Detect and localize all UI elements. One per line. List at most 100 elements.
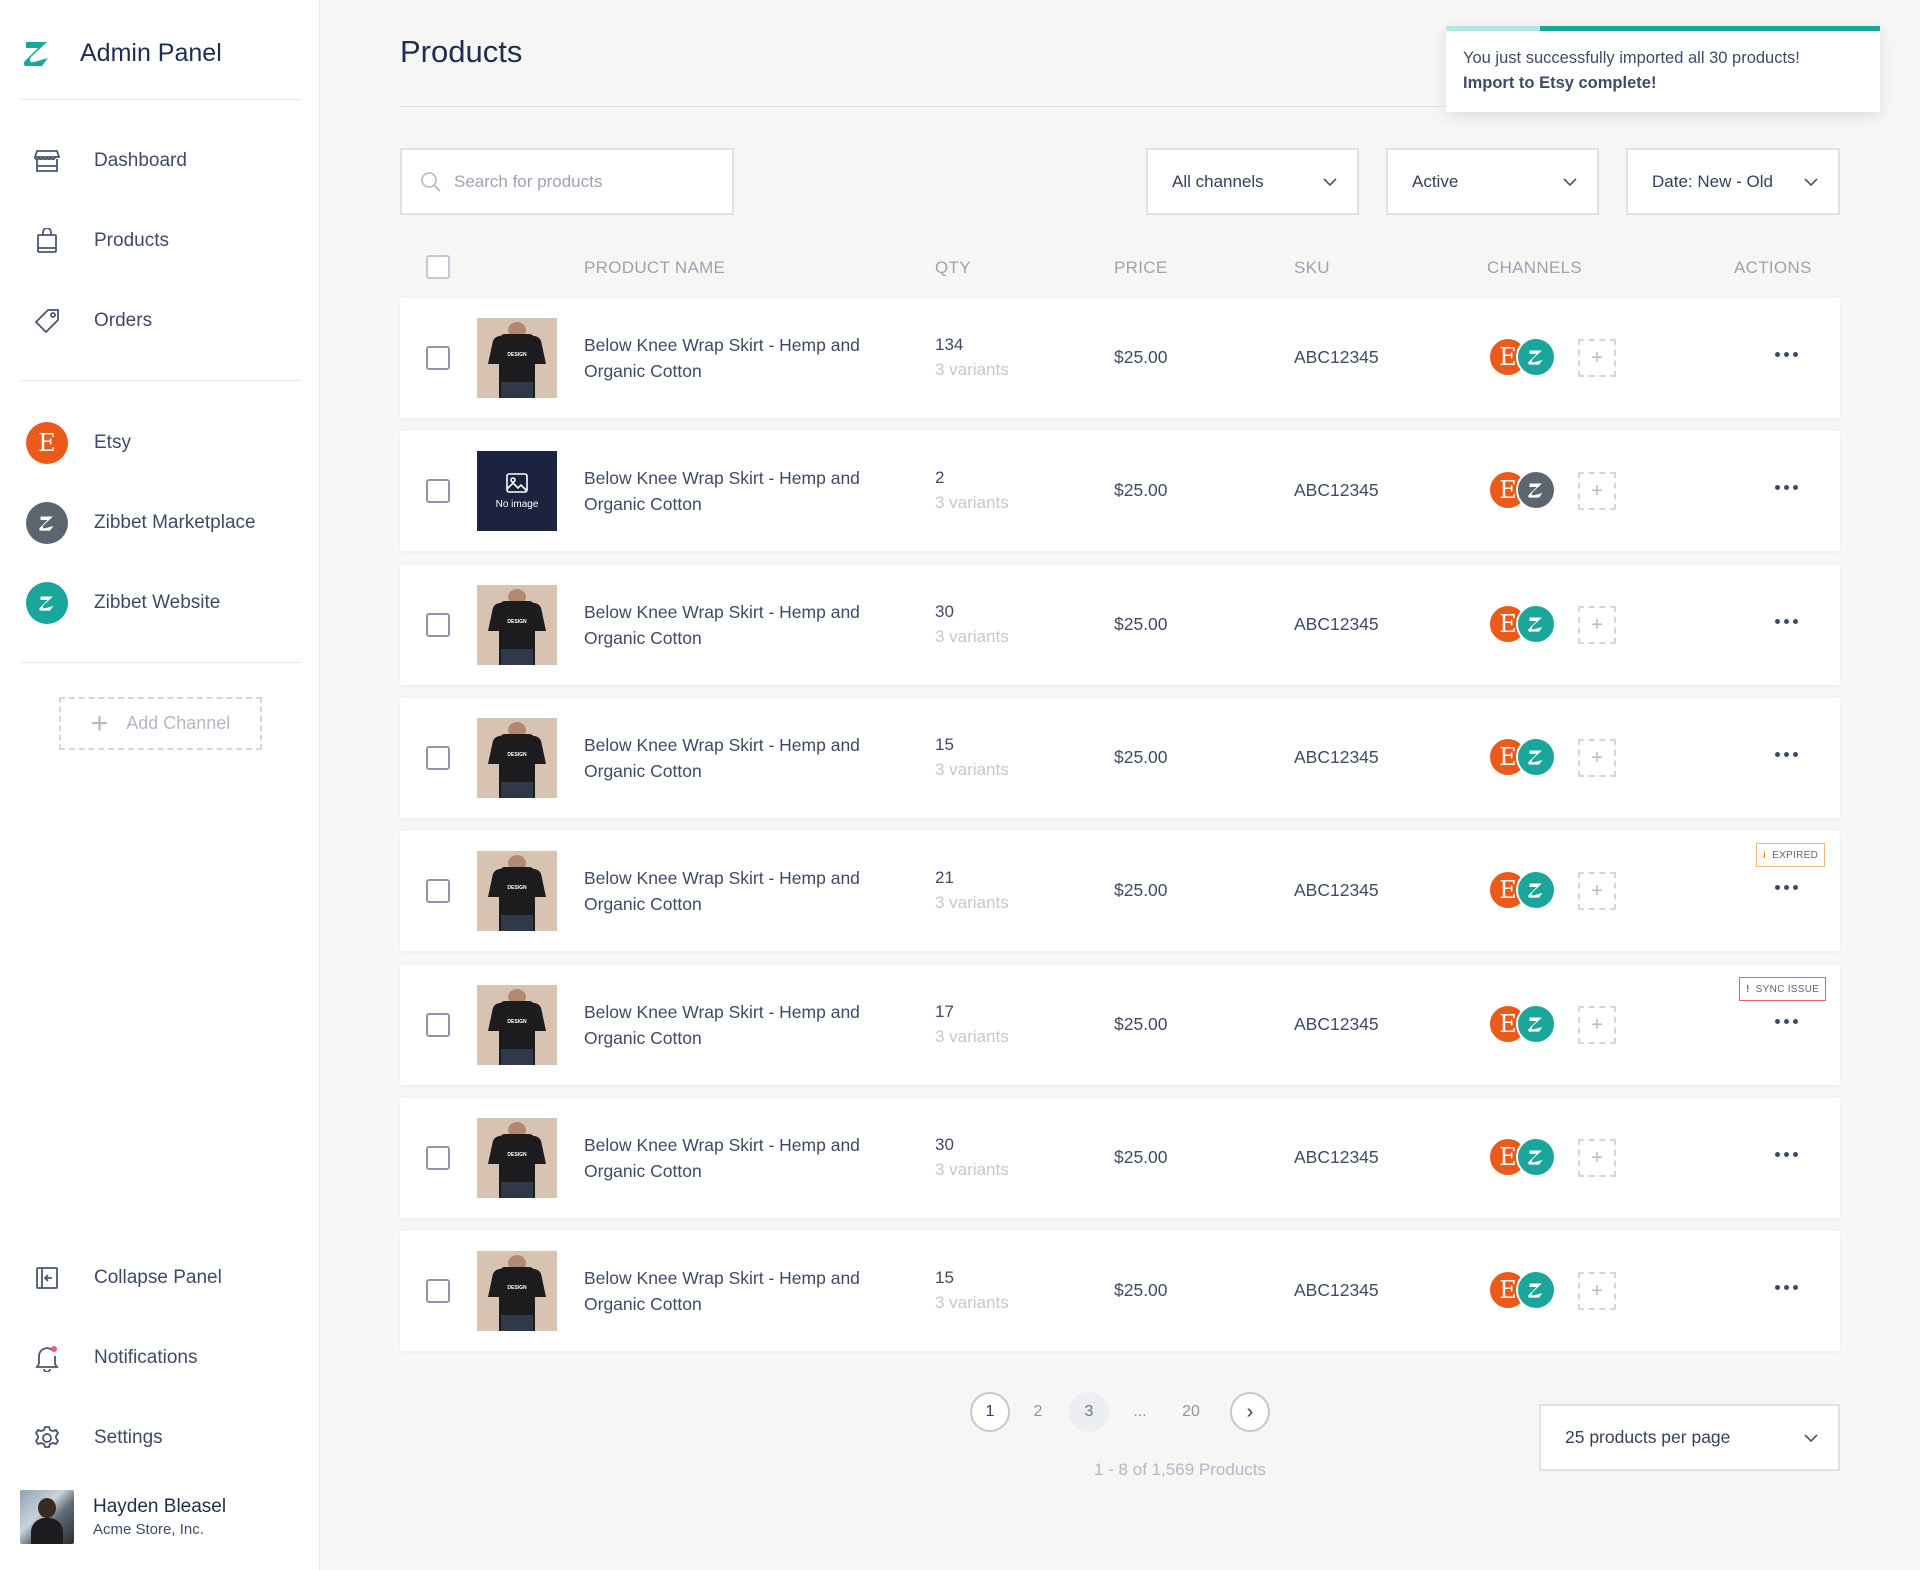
add-channel-to-product-button[interactable]: + (1578, 872, 1616, 910)
status-badge-label: EXPIRED (1772, 849, 1819, 861)
column-header-sku[interactable]: SKU (1294, 258, 1330, 278)
more-actions-button[interactable] (1770, 609, 1802, 633)
dot (1774, 1151, 1780, 1157)
zibbet-icon[interactable] (1516, 1137, 1556, 1177)
row-checkbox[interactable] (426, 1013, 450, 1037)
search-icon (421, 171, 441, 192)
row-checkbox[interactable] (426, 1279, 450, 1303)
product-qty: 21 (935, 868, 954, 887)
user-name: Hayden Bleasel (93, 1496, 227, 1517)
page-button-2[interactable]: 2 (1018, 1392, 1058, 1432)
column-header-product-name[interactable]: PRODUCT NAME (584, 258, 725, 278)
table-row[interactable]: DESIGN Below Knee Wrap Skirt - Hemp and O… (400, 565, 1840, 685)
add-channel-to-product-button[interactable]: + (1578, 1006, 1616, 1044)
add-channel-to-product-button[interactable]: + (1578, 472, 1616, 510)
row-checkbox[interactable] (426, 346, 450, 370)
toast-title: Import to Etsy complete! (1463, 74, 1657, 92)
product-name[interactable]: Below Knee Wrap Skirt - Hemp and Organic… (584, 732, 884, 784)
next-page-button[interactable]: › (1230, 1392, 1270, 1432)
page-button-20[interactable]: 20 (1171, 1392, 1211, 1432)
table-row[interactable]: DESIGN Below Knee Wrap Skirt - Hemp and O… (400, 965, 1840, 1085)
add-channel-to-product-button[interactable]: + (1578, 1272, 1616, 1310)
row-checkbox[interactable] (426, 1146, 450, 1170)
shirt-print-text: DESIGN (507, 1152, 527, 1158)
add-channel-to-product-button[interactable]: + (1578, 606, 1616, 644)
product-name[interactable]: Below Knee Wrap Skirt - Hemp and Organic… (584, 1132, 884, 1184)
product-qty: 15 (935, 735, 954, 754)
table-row[interactable]: DESIGN Below Knee Wrap Skirt - Hemp and O… (400, 298, 1840, 418)
zibbet-icon[interactable] (1516, 604, 1556, 644)
user-profile[interactable]: Hayden Bleasel Acme Store, Inc. (20, 1490, 226, 1544)
nav-label-products: Products (94, 230, 169, 251)
zibbet-icon (26, 582, 68, 624)
row-checkbox[interactable] (426, 479, 450, 503)
nav-item-products[interactable]: Products (20, 214, 301, 268)
notifications-button[interactable]: Notifications (20, 1331, 301, 1385)
dot (1783, 618, 1789, 624)
product-channels: E + (1488, 604, 1616, 644)
divider (20, 380, 301, 381)
row-checkbox[interactable] (426, 613, 450, 637)
channel-item-etsy[interactable]: E Etsy (20, 416, 301, 470)
search-box[interactable] (400, 148, 734, 215)
toast-notification[interactable]: You just successfully imported all 30 pr… (1446, 26, 1880, 112)
zibbet-icon[interactable] (1516, 470, 1556, 510)
per-page-dropdown[interactable]: 25 products per page (1539, 1404, 1840, 1471)
product-thumbnail: DESIGN (477, 585, 557, 665)
more-actions-button[interactable] (1770, 1275, 1802, 1299)
sort-dropdown[interactable]: Date: New - Old (1626, 148, 1840, 215)
page-button-1[interactable]: 1 (970, 1392, 1010, 1432)
page-title: Products (400, 34, 523, 69)
zibbet-icon[interactable] (1516, 337, 1556, 377)
product-name[interactable]: Below Knee Wrap Skirt - Hemp and Organic… (584, 999, 884, 1051)
select-all-checkbox[interactable] (426, 255, 450, 279)
channel-item-zibbet-marketplace[interactable]: Zibbet Marketplace (20, 496, 301, 550)
more-actions-button[interactable] (1770, 1009, 1802, 1033)
product-sku: ABC12345 (1294, 614, 1379, 634)
dot (1783, 1284, 1789, 1290)
search-input[interactable] (454, 171, 704, 192)
shirt-print-text: DESIGN (507, 752, 527, 758)
product-name[interactable]: Below Knee Wrap Skirt - Hemp and Organic… (584, 1265, 884, 1317)
settings-button[interactable]: Settings (20, 1411, 301, 1465)
gear-icon (20, 1411, 74, 1465)
table-row[interactable]: DESIGN Below Knee Wrap Skirt - Hemp and O… (400, 831, 1840, 951)
more-actions-button[interactable] (1770, 875, 1802, 899)
row-checkbox[interactable] (426, 879, 450, 903)
column-header-qty[interactable]: QTY (935, 258, 971, 278)
nav-item-dashboard[interactable]: Dashboard (20, 134, 301, 188)
more-actions-button[interactable] (1770, 742, 1802, 766)
channel-filter-value: All channels (1172, 171, 1264, 191)
add-channel-to-product-button[interactable]: + (1578, 339, 1616, 377)
nav-item-orders[interactable]: Orders (20, 294, 301, 348)
more-actions-button[interactable] (1770, 475, 1802, 499)
product-name[interactable]: Below Knee Wrap Skirt - Hemp and Organic… (584, 599, 884, 651)
table-row[interactable]: No image Below Knee Wrap Skirt - Hemp and… (400, 431, 1840, 551)
collapse-panel-button[interactable]: Collapse Panel (20, 1251, 301, 1305)
add-channel-button[interactable]: + Add Channel (59, 697, 262, 750)
brand[interactable]: Admin Panel (20, 36, 222, 70)
table-row[interactable]: DESIGN Below Knee Wrap Skirt - Hemp and O… (400, 1231, 1840, 1351)
channel-filter-dropdown[interactable]: All channels (1146, 148, 1359, 215)
toast-progress-bar (1446, 26, 1880, 31)
channel-item-zibbet-website[interactable]: Zibbet Website (20, 576, 301, 630)
zibbet-icon[interactable] (1516, 737, 1556, 777)
status-filter-dropdown[interactable]: Active (1386, 148, 1599, 215)
product-name[interactable]: Below Knee Wrap Skirt - Hemp and Organic… (584, 465, 884, 517)
add-channel-to-product-button[interactable]: + (1578, 739, 1616, 777)
add-channel-to-product-button[interactable]: + (1578, 1139, 1616, 1177)
table-row[interactable]: DESIGN Below Knee Wrap Skirt - Hemp and O… (400, 1098, 1840, 1218)
zibbet-icon[interactable] (1516, 870, 1556, 910)
more-actions-button[interactable] (1770, 1142, 1802, 1166)
row-checkbox[interactable] (426, 746, 450, 770)
zibbet-icon[interactable] (1516, 1004, 1556, 1044)
column-header-price[interactable]: PRICE (1114, 258, 1167, 278)
product-name[interactable]: Below Knee Wrap Skirt - Hemp and Organic… (584, 332, 884, 384)
column-header-actions: ACTIONS (1734, 258, 1812, 277)
page-button-3[interactable]: 3 (1069, 1392, 1109, 1432)
table-row[interactable]: DESIGN Below Knee Wrap Skirt - Hemp and O… (400, 698, 1840, 818)
product-qty: 17 (935, 1002, 954, 1021)
zibbet-icon[interactable] (1516, 1270, 1556, 1310)
product-name[interactable]: Below Knee Wrap Skirt - Hemp and Organic… (584, 865, 884, 917)
more-actions-button[interactable] (1770, 342, 1802, 366)
